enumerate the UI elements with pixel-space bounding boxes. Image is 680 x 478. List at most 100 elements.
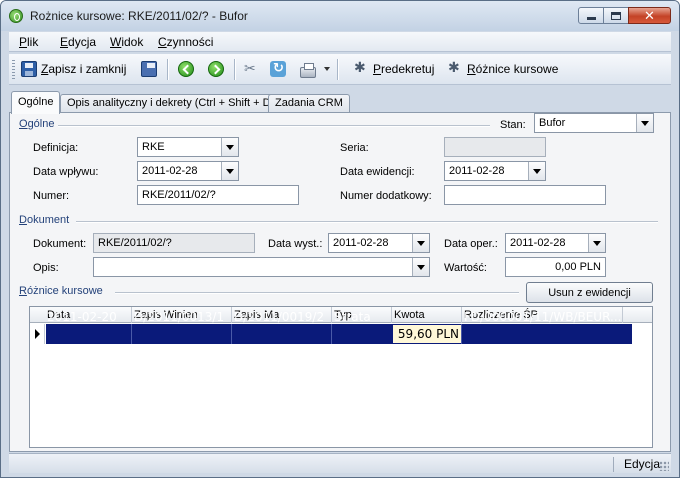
usun-z-ewidencji-button[interactable]: Usun z ewidencji [526, 282, 653, 303]
stan-value: Bufor [539, 117, 566, 129]
numer-dodatkowy-input[interactable] [444, 185, 606, 205]
roznice-kursowe-button[interactable]: Różnice kursowe [447, 59, 558, 79]
save-button[interactable] [141, 59, 161, 79]
menu-widok[interactable]: Widok [110, 35, 143, 49]
table-row[interactable] [46, 324, 632, 344]
status-separator [613, 457, 614, 472]
section-divider [58, 125, 490, 126]
tab-ogolne[interactable]: Ogólne [11, 91, 61, 114]
wartosc-value: 0,00 PLN [555, 261, 601, 273]
tab-opis-analityczny[interactable]: Opis analityczny i dekrety (Ctrl + Shift… [60, 94, 282, 113]
tab-zadania-crm[interactable]: Zadania CRM [268, 94, 350, 113]
data-oper-picker[interactable]: 2011-02-28 [505, 233, 606, 253]
refresh-icon [270, 60, 286, 77]
data-ewidencji-picker[interactable]: 2011-02-28 [444, 161, 546, 181]
wartosc-field[interactable]: 0,00 PLN [505, 257, 606, 277]
minimize-icon [586, 17, 596, 20]
chevron-down-icon[interactable] [412, 258, 429, 276]
magic-wand-icon [447, 59, 463, 77]
dokument-field: RKE/2011/02/? [93, 233, 255, 253]
numer-dodatkowy-label: Numer dodatkowy: [340, 190, 432, 202]
column-header-kwota[interactable]: Kwota [394, 309, 425, 321]
data-wyst-label: Data wyst.: [268, 238, 323, 250]
column-separator[interactable] [231, 307, 232, 323]
numer-input[interactable]: RKE/2011/02/? [137, 185, 299, 205]
toolbar-separator [234, 59, 235, 80]
predekretuj-button[interactable]: Predekretuj [353, 59, 434, 79]
menu-bar: Plik Edycja Widok Czynności [9, 32, 671, 52]
status-bar: Edycja [9, 453, 671, 473]
toolbar-separator [167, 59, 168, 80]
data-ewidencji-label: Data ewidencji: [340, 166, 415, 178]
cell-zapis-ma[interactable]: D/2011/0019/2 [234, 310, 330, 324]
chevron-down-icon[interactable] [412, 234, 429, 252]
cell-typ[interactable]: Strata [334, 310, 390, 324]
section-ogolne-title: Ogólne [19, 118, 55, 130]
section-divider [76, 221, 658, 222]
window-title: Rożnice kursowe: RKE/2011/02/? - Bufor [30, 9, 248, 23]
close-icon: ✕ [644, 8, 655, 23]
row-indicator[interactable] [30, 324, 45, 344]
toolbar: Zapisz i zamknij Predekretuj R [9, 54, 671, 85]
chevron-down-icon[interactable] [588, 234, 605, 252]
printer-icon [300, 62, 316, 78]
toolbar-grip[interactable] [12, 60, 15, 79]
section-dokument-title: Dokument [19, 214, 70, 226]
data-wplywu-picker[interactable]: 2011-02-28 [137, 161, 239, 181]
column-separator[interactable] [391, 307, 392, 323]
data-oper-label: Data oper.: [444, 238, 498, 250]
numer-value: RKE/2011/02/? [142, 189, 216, 201]
tools-icon [243, 60, 259, 77]
menu-czynnosci[interactable]: Czynności [158, 35, 213, 49]
opis-combo[interactable] [93, 257, 430, 277]
menu-plik[interactable]: Plik [19, 35, 38, 49]
tools-button[interactable] [243, 59, 263, 79]
close-button[interactable]: ✕ [628, 7, 671, 24]
title-bar[interactable]: Rożnice kursowe: RKE/2011/02/? - Bufor ✕ [1, 1, 679, 31]
resize-grip-icon[interactable] [659, 461, 669, 471]
maximize-icon [611, 11, 621, 20]
chevron-down-icon [324, 67, 330, 71]
chevron-down-icon[interactable] [221, 162, 238, 180]
magic-wand-icon [353, 59, 369, 77]
column-separator[interactable] [622, 307, 623, 323]
cell-zapis-winien[interactable]: D/2011/0013/1 [134, 310, 230, 324]
column-separator[interactable] [331, 307, 332, 323]
opis-label: Opis: [33, 262, 59, 274]
column-separator[interactable] [461, 307, 462, 323]
data-wyst-picker[interactable]: 2011-02-28 [328, 233, 430, 253]
menu-edycja[interactable]: Edycja [60, 35, 96, 49]
cell-rozliczenie[interactable]: FD/000001/11/WB/BEUR... [464, 310, 622, 324]
data-oper-value: 2011-02-28 [510, 237, 566, 249]
definicja-combo[interactable]: RKE [137, 137, 239, 157]
numer-label: Numer: [33, 190, 70, 202]
stan-combo[interactable]: Bufor [534, 113, 654, 133]
wartosc-label: Wartość: [444, 262, 487, 274]
status-mode: Edycja [624, 457, 661, 471]
differences-grid: Data Zapis Winien Zapis Ma Typ Kwota Roz… [29, 306, 653, 448]
chevron-down-icon[interactable] [528, 162, 545, 180]
tab-ogolne-label: Ogólne [18, 96, 54, 108]
print-button[interactable] [300, 59, 330, 79]
cell-separator [331, 324, 332, 344]
data-ewidencji-value: 2011-02-28 [449, 165, 505, 177]
cell-data[interactable]: 2011-02-20 [47, 310, 129, 324]
stan-label: Stan: [500, 119, 526, 131]
app-icon [9, 9, 23, 23]
arrow-left-icon [178, 61, 194, 77]
refresh-button[interactable] [270, 59, 290, 79]
save-close-button[interactable]: Zapisz i zamknij [21, 59, 126, 79]
roznice-kursowe-label: Różnice kursowe [467, 62, 559, 76]
maximize-button[interactable] [603, 7, 629, 24]
chevron-down-icon[interactable] [221, 138, 238, 156]
column-separator[interactable] [131, 307, 132, 323]
seria-label: Seria: [340, 142, 369, 154]
forward-button[interactable] [208, 59, 228, 79]
cell-separator [461, 324, 462, 344]
dokument-label: Dokument: [33, 238, 87, 250]
chevron-down-icon[interactable] [636, 114, 653, 132]
back-button[interactable] [178, 59, 198, 79]
section-roznice-title: Różnice kursowe [19, 285, 103, 297]
minimize-button[interactable] [578, 7, 604, 24]
cell-kwota[interactable]: 59,60 PLN [393, 325, 461, 343]
